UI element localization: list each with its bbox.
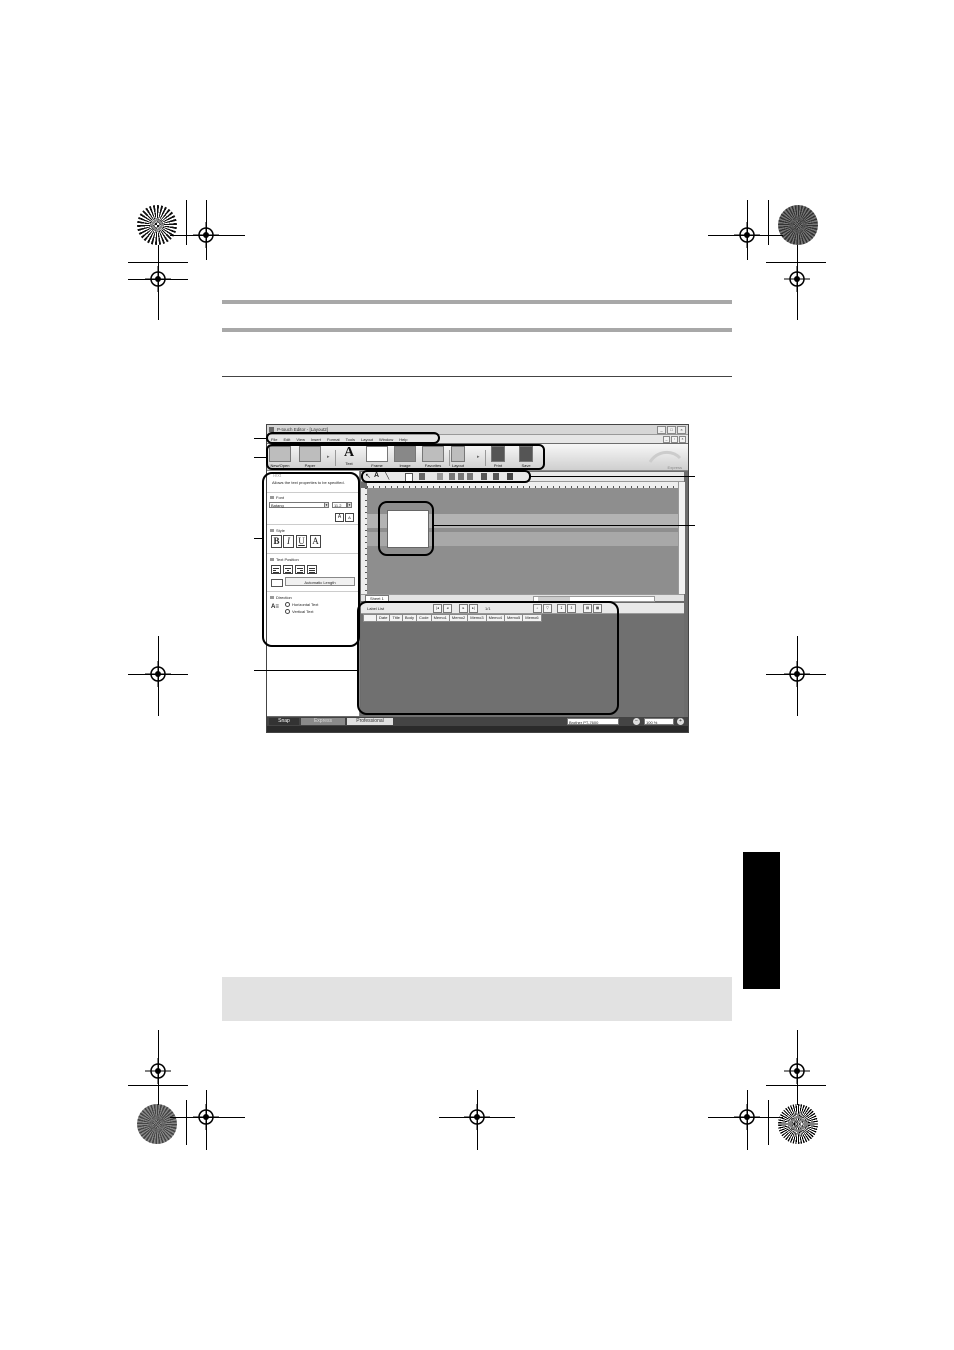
professional-mode-button[interactable]: Professional	[347, 718, 393, 725]
snap-mode-button[interactable]: Snap	[269, 718, 299, 725]
section-rule	[222, 376, 732, 377]
leader-line	[254, 538, 262, 539]
color-rosette-top-right	[778, 205, 818, 245]
maximize-button[interactable]: □	[667, 426, 676, 434]
color-rosette-top-left	[137, 205, 177, 245]
color-rosette-bottom-left	[137, 1104, 177, 1144]
sheet-bar: Sheet 1	[361, 594, 684, 602]
callout-layout-object	[378, 501, 434, 556]
crosshair-bottom-right-1	[784, 1058, 810, 1084]
express-mode-button[interactable]: Express	[301, 718, 345, 725]
leader-line	[254, 670, 357, 671]
leader-line	[531, 476, 695, 477]
doc-minimize-button[interactable]: _	[663, 436, 670, 443]
header-rule-top	[222, 300, 732, 304]
zoom-in-icon[interactable]: +	[677, 718, 684, 725]
leader-line	[254, 438, 266, 439]
crosshair-bottom-left-1	[145, 1058, 171, 1084]
doc-close-button[interactable]: ×	[679, 436, 686, 443]
crosshair-top-right-2	[784, 266, 810, 292]
close-button[interactable]: ×	[677, 426, 686, 434]
crosshair-top-left-2	[145, 266, 171, 292]
printer-select[interactable]: Brother PT-7600	[567, 718, 619, 725]
status-bar: Snap Express Professional Brother PT-760…	[267, 717, 688, 726]
vertical-scrollbar[interactable]	[678, 482, 685, 594]
doc-restore-button[interactable]: ▫	[671, 436, 678, 443]
color-rosette-bottom-right	[778, 1104, 818, 1144]
callout-draw-toolbar	[361, 470, 531, 483]
callout-label-list	[357, 601, 619, 715]
callout-properties	[262, 472, 360, 647]
express-swoosh-icon	[648, 451, 682, 463]
express-logo: Express	[648, 448, 682, 470]
minimize-button[interactable]: _	[657, 426, 666, 434]
zoom-out-icon[interactable]: −	[633, 718, 640, 725]
leader-line	[434, 525, 695, 526]
leader-line	[254, 457, 266, 458]
header-rule-bottom	[222, 328, 732, 332]
zoom-select[interactable]: 100 %	[644, 718, 674, 725]
callout-menu-bar	[266, 432, 440, 444]
chapter-side-tab	[743, 852, 780, 989]
taskbar	[267, 726, 688, 732]
note-box	[222, 977, 732, 1021]
callout-command-bar	[266, 444, 545, 470]
